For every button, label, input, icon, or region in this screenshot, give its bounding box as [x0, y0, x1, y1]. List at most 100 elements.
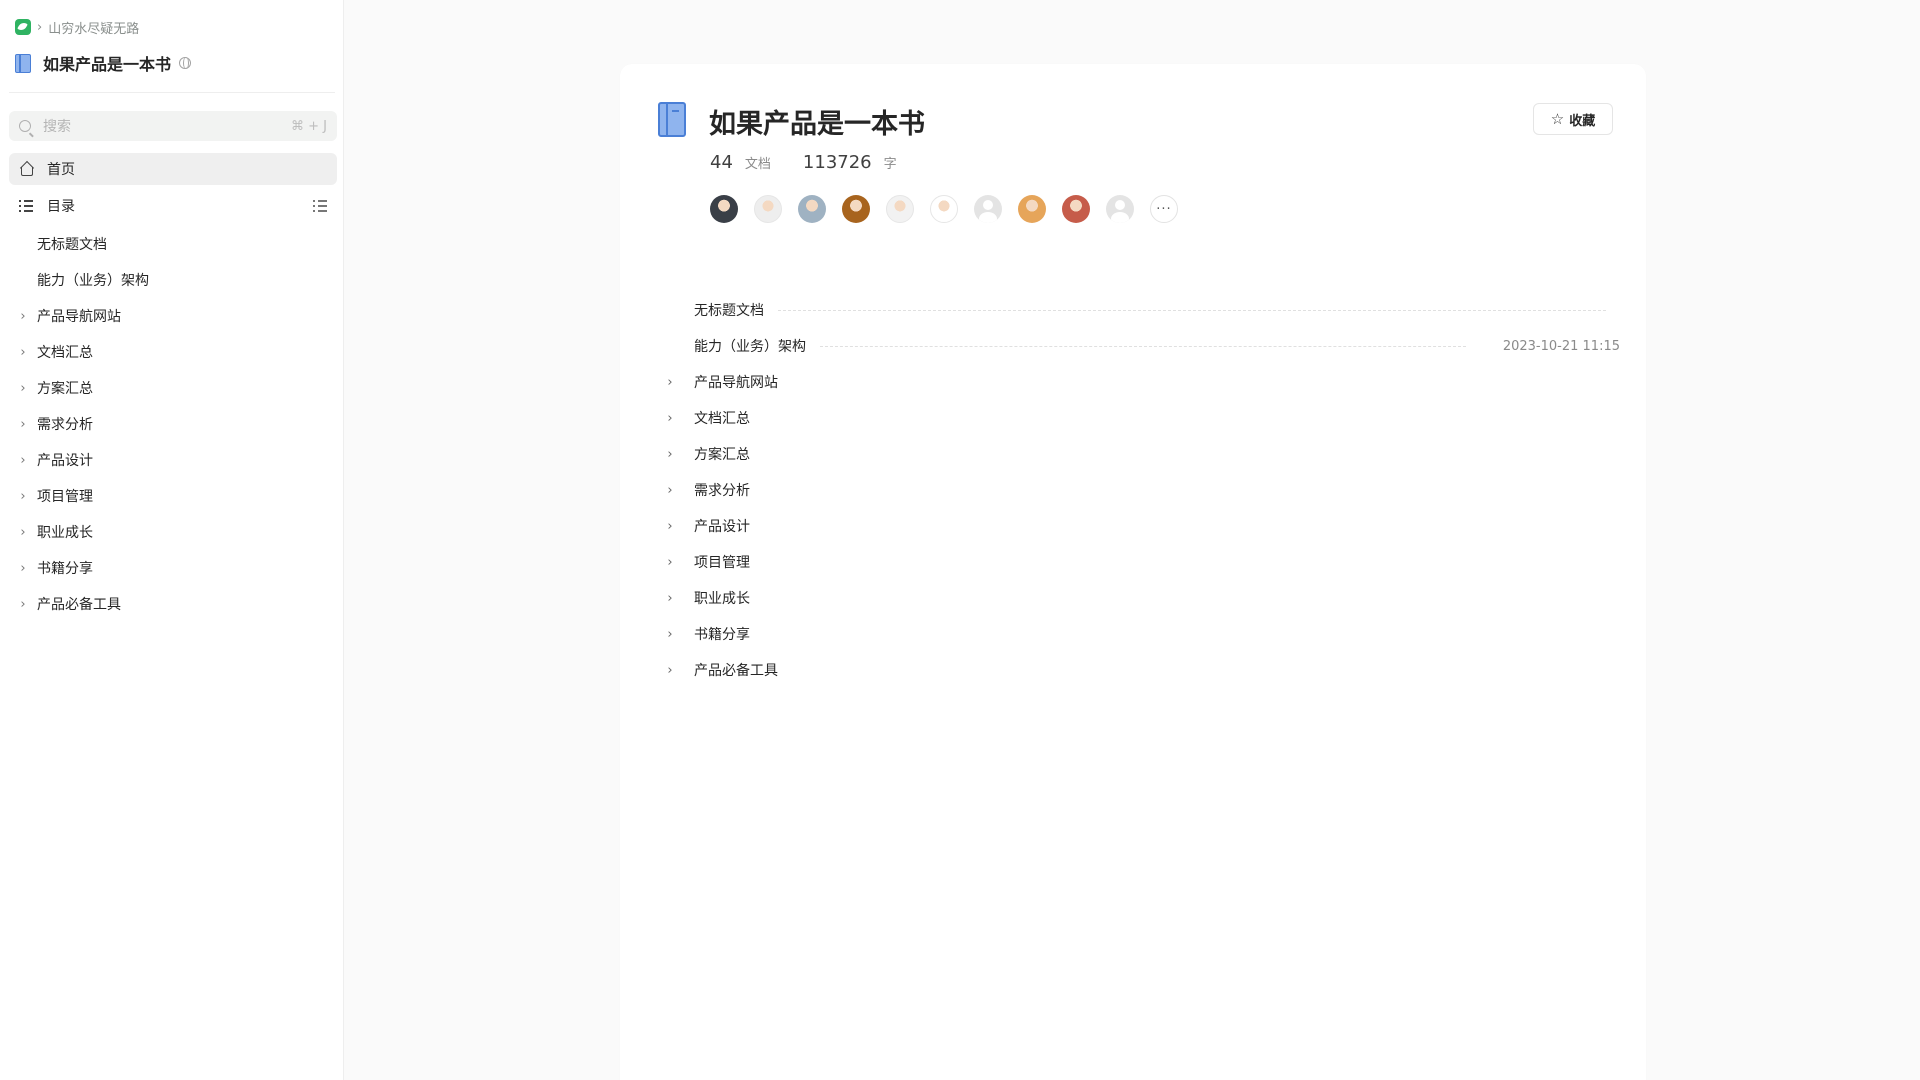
sidebar-tree-item[interactable]: › 产品设计 [9, 442, 337, 478]
book-icon [658, 102, 686, 137]
toc-item-label: 能力（业务）架构 [694, 339, 806, 355]
sidebar-tree-item[interactable]: › 书籍分享 [9, 550, 337, 586]
chevron-right-icon[interactable]: › [13, 345, 33, 360]
chevron-right-icon[interactable]: › [13, 597, 33, 612]
sidebar-tree-item-label: 无标题文档 [37, 237, 107, 253]
chevron-right-icon[interactable]: › [13, 561, 33, 576]
toc-item[interactable]: › 书籍分享 [660, 616, 1620, 652]
search-input[interactable]: 搜索 ⌘ + J [9, 111, 337, 141]
toc-item[interactable]: 能力（业务）架构 2023-10-21 11:15 [660, 328, 1620, 364]
divider [9, 92, 335, 93]
toc-item[interactable]: › 项目管理 [660, 544, 1620, 580]
toc-item[interactable]: › 产品设计 [660, 508, 1620, 544]
avatar[interactable] [1062, 195, 1090, 223]
toc-item-label: 职业成长 [694, 591, 750, 607]
chevron-right-icon[interactable]: › [13, 309, 33, 324]
toc-item[interactable]: › 产品导航网站 [660, 364, 1620, 400]
sidebar-tree-item[interactable]: › 产品必备工具 [9, 586, 337, 622]
yuque-logo-icon[interactable] [15, 19, 31, 35]
chevron-right-icon[interactable]: › [660, 627, 680, 642]
sidebar-tree-item[interactable]: › 产品导航网站 [9, 298, 337, 334]
globe-icon [179, 57, 192, 69]
nav-toc-label: 目录 [47, 199, 75, 215]
avatar[interactable] [842, 195, 870, 223]
favorite-label: 收藏 [1569, 113, 1596, 129]
chevron-right-icon[interactable]: › [660, 555, 680, 570]
more-avatars-button[interactable]: ··· [1150, 195, 1178, 223]
sidebar-tree-item-label: 产品导航网站 [37, 309, 121, 325]
words-unit: 字 [883, 157, 897, 172]
chevron-right-icon[interactable]: › [13, 417, 33, 432]
chevron-right-icon[interactable]: › [13, 525, 33, 540]
toc-item-label: 产品导航网站 [694, 375, 778, 391]
sidebar: › 山穷水尽疑无路 如果产品是一本书 搜索 ⌘ + J 首页 目录 无标题文档 … [0, 0, 344, 1080]
sidebar-tree-item-label: 项目管理 [37, 489, 93, 505]
chevron-right-icon[interactable]: › [13, 381, 33, 396]
avatar[interactable] [1106, 195, 1134, 223]
list-collapse-icon[interactable] [313, 200, 327, 212]
sidebar-tree-item-label: 能力（业务）架构 [37, 273, 149, 289]
avatar[interactable] [974, 195, 1002, 223]
sidebar-tree-item-label: 需求分析 [37, 417, 93, 433]
toc-item-label: 文档汇总 [694, 411, 750, 427]
book-header[interactable]: 如果产品是一本书 [15, 50, 192, 76]
home-icon [19, 162, 33, 176]
toc-item[interactable]: › 产品必备工具 [660, 652, 1620, 688]
avatar[interactable] [754, 195, 782, 223]
book-stats: 44 文档 113726 字 [710, 152, 897, 173]
sidebar-tree-item[interactable]: › 方案汇总 [9, 370, 337, 406]
favorite-button[interactable]: ☆ 收藏 [1533, 103, 1613, 135]
sidebar-tree-item[interactable]: 能力（业务）架构 [9, 262, 337, 298]
sidebar-tree-item-label: 方案汇总 [37, 381, 93, 397]
book-overview-card: 如果产品是一本书 ☆ 收藏 44 文档 113726 字 ··· 无标题文档能力… [620, 64, 1646, 1080]
toc-item[interactable]: › 职业成长 [660, 580, 1620, 616]
chevron-right-icon[interactable]: › [660, 519, 680, 534]
chevron-right-icon[interactable]: › [660, 591, 680, 606]
toc-list: 无标题文档能力（业务）架构 2023-10-21 11:15 › 产品导航网站 › 文档汇… [660, 292, 1620, 688]
sidebar-tree-item-label: 产品设计 [37, 453, 93, 469]
book-icon [15, 53, 31, 73]
chevron-right-icon[interactable]: › [660, 663, 680, 678]
search-icon [19, 120, 31, 132]
sidebar-tree-item-label: 书籍分享 [37, 561, 93, 577]
toc-item[interactable]: 无标题文档 [660, 292, 1620, 328]
docs-unit: 文档 [744, 157, 771, 172]
avatar[interactable] [710, 195, 738, 223]
toc-dotted-leader [778, 309, 1606, 311]
chevron-right-icon: › [37, 19, 43, 35]
sidebar-tree-item[interactable]: › 文档汇总 [9, 334, 337, 370]
sidebar-tree-item-label: 文档汇总 [37, 345, 93, 361]
toc-item-label: 无标题文档 [694, 303, 764, 319]
sidebar-tree-item[interactable]: › 项目管理 [9, 478, 337, 514]
toc-item-label: 产品必备工具 [694, 663, 778, 679]
chevron-right-icon[interactable]: › [13, 489, 33, 504]
toc-item-label: 书籍分享 [694, 627, 750, 643]
toc-icon [19, 200, 33, 212]
book-title[interactable]: 如果产品是一本书 [43, 51, 171, 75]
chevron-right-icon[interactable]: › [13, 453, 33, 468]
toc-item[interactable]: › 文档汇总 [660, 400, 1620, 436]
sidebar-tree-item[interactable]: › 职业成长 [9, 514, 337, 550]
breadcrumb-group[interactable]: 山穷水尽疑无路 [48, 18, 139, 37]
chevron-right-icon[interactable]: › [660, 375, 680, 390]
nav-item-home[interactable]: 首页 [9, 153, 337, 185]
nav-item-toc[interactable]: 目录 [9, 191, 337, 221]
sidebar-tree-item[interactable]: › 需求分析 [9, 406, 337, 442]
toc-item[interactable]: › 需求分析 [660, 472, 1620, 508]
words-count: 113726 [802, 152, 872, 173]
avatar[interactable] [886, 195, 914, 223]
chevron-right-icon[interactable]: › [660, 411, 680, 426]
avatar[interactable] [798, 195, 826, 223]
sidebar-tree-item[interactable]: 无标题文档 [9, 226, 337, 262]
toc-item[interactable]: › 方案汇总 [660, 436, 1620, 472]
chevron-right-icon[interactable]: › [660, 447, 680, 462]
chevron-right-icon[interactable]: › [660, 483, 680, 498]
avatar[interactable] [1018, 195, 1046, 223]
search-placeholder: 搜索 [43, 119, 71, 135]
toc-item-label: 项目管理 [694, 555, 750, 571]
toc-item-label: 方案汇总 [694, 447, 750, 463]
docs-count: 44 [710, 152, 733, 173]
avatar[interactable] [930, 195, 958, 223]
page-title: 如果产品是一本书 [709, 109, 925, 140]
toc-item-date: 2023-10-21 11:15 [1502, 338, 1620, 354]
